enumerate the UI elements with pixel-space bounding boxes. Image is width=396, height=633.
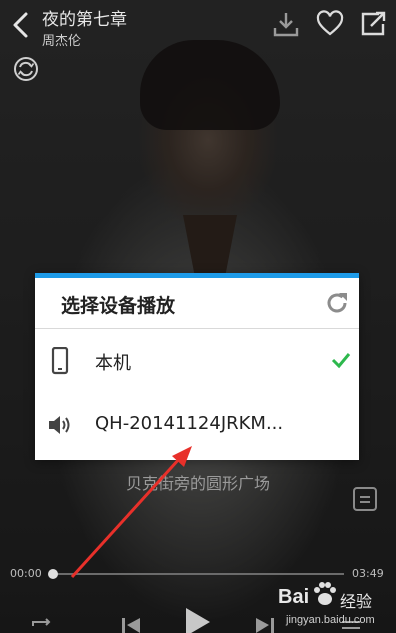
annotation-arrow (70, 446, 192, 579)
